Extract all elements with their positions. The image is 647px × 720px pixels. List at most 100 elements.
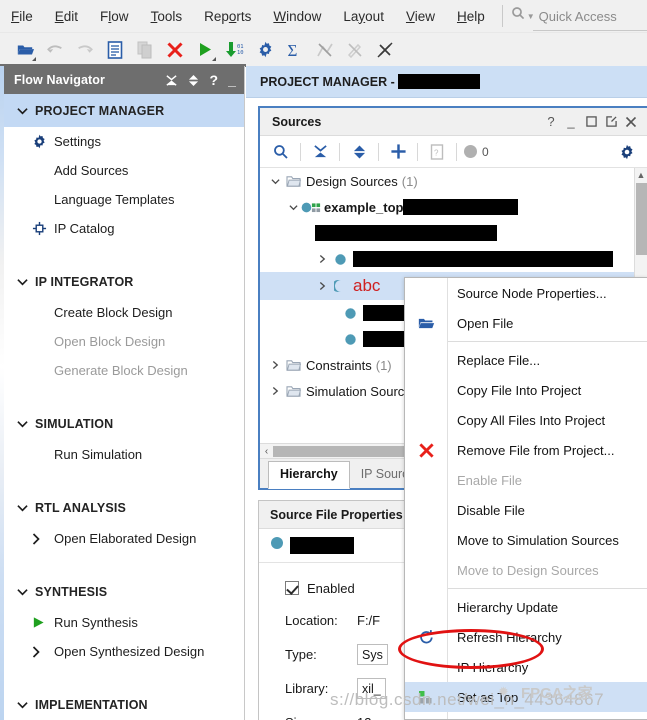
context-menu-item-replace-file[interactable]: Replace File...: [405, 345, 647, 375]
tree-row-example-top[interactable]: example_top: [260, 194, 647, 220]
toolbar-clear-marks[interactable]: [370, 37, 400, 63]
no-icon: [405, 465, 447, 495]
menu-item-reports[interactable]: Reports: [193, 6, 262, 27]
chevron-right-icon[interactable]: [268, 360, 283, 370]
expand-collapse-icon[interactable]: [188, 74, 199, 87]
context-menu-item-open-file[interactable]: Open File: [405, 308, 647, 338]
sidebar-item-language-templates[interactable]: Language Templates: [4, 185, 244, 214]
toolbar-open-project[interactable]: [10, 37, 40, 63]
toolbar-separator: [339, 142, 340, 161]
page-title: PROJECT MANAGER -: [260, 74, 395, 89]
help-icon[interactable]: ?: [541, 112, 561, 132]
type-value-field[interactable]: Sys: [357, 643, 388, 665]
toolbar-delete[interactable]: [160, 37, 190, 63]
redacted-file-name: [290, 537, 354, 554]
set-as-top-icon: [405, 682, 447, 712]
sidebar-group-ip-integrator[interactable]: IP INTEGRATOR: [4, 265, 244, 298]
sidebar-group-rtl-analysis[interactable]: RTL ANALYSIS: [4, 491, 244, 524]
menu-item-layout[interactable]: Layout: [332, 6, 395, 27]
sidebar-item-open-elaborated-design[interactable]: Open Elaborated Design: [4, 524, 244, 553]
float-icon[interactable]: [601, 112, 621, 132]
menu-item-window[interactable]: Window: [262, 6, 332, 27]
minimize-icon[interactable]: _: [228, 73, 236, 87]
sidebar-item-create-block-design[interactable]: Create Block Design: [4, 298, 244, 327]
context-menu-item-move-to-simulation-sources[interactable]: Move to Simulation Sources: [405, 525, 647, 555]
module-icon: [340, 307, 360, 320]
sidebar-item-ip-catalog[interactable]: IP Catalog: [4, 214, 244, 243]
context-menu-item-set-as-top[interactable]: Set as Top: [405, 682, 647, 712]
message-count-badge[interactable]: 0: [464, 145, 489, 159]
toolbar-run[interactable]: [190, 37, 220, 63]
redacted-text: [403, 199, 519, 215]
collapse-all-icon[interactable]: [308, 140, 332, 164]
help-icon[interactable]: ?: [209, 72, 218, 88]
chevron-down-icon[interactable]: [286, 204, 301, 211]
sidebar-item-run-synthesis[interactable]: Run Synthesis: [4, 608, 244, 637]
crossed-chart-icon: [317, 42, 333, 57]
context-menu-item-copy-all-files-into-project[interactable]: Copy All Files Into Project: [405, 405, 647, 435]
source-context-menu[interactable]: Source Node Properties... Open File Repl…: [404, 277, 647, 720]
gear-icon: [32, 134, 54, 149]
tree-row-design-sources[interactable]: Design Sources (1): [260, 168, 647, 194]
close-icon[interactable]: [621, 112, 641, 132]
toolbar-separator: [300, 142, 301, 161]
sidebar-group-simulation[interactable]: SIMULATION: [4, 407, 244, 440]
toolbar-reports[interactable]: Σ: [280, 37, 310, 63]
context-menu-item-disable-file[interactable]: Disable File: [405, 495, 647, 525]
sigma-icon: Σ: [288, 41, 298, 59]
scroll-up-icon[interactable]: ▲: [635, 168, 647, 182]
quick-access[interactable]: ▼ Quick Access: [511, 6, 647, 31]
context-menu-item-remove-file-from-project[interactable]: Remove File from Project...: [405, 435, 647, 465]
sidebar-item-open-synthesized-design[interactable]: Open Synthesized Design: [4, 637, 244, 666]
sidebar-group-project-manager[interactable]: PROJECT MANAGER: [4, 94, 244, 127]
module-icon: [301, 201, 321, 214]
menu-item-tools[interactable]: Tools: [140, 6, 194, 27]
tab-hierarchy[interactable]: Hierarchy: [268, 461, 350, 489]
sidebar-group-label: IP INTEGRATOR: [35, 274, 134, 289]
chevron-right-icon: [32, 532, 54, 545]
chevron-right-icon[interactable]: [315, 254, 330, 264]
scroll-left-icon[interactable]: ‹: [260, 446, 273, 457]
toolbar-new-file[interactable]: [100, 37, 130, 63]
scrollbar-thumb[interactable]: [636, 183, 647, 255]
context-menu-item-ip-hierarchy[interactable]: IP Hierarchy: [405, 652, 647, 682]
context-menu-item-copy-file-into-project[interactable]: Copy File Into Project: [405, 375, 647, 405]
sidebar-item-settings[interactable]: Settings: [4, 127, 244, 156]
collapse-all-icon[interactable]: [165, 74, 178, 87]
menu-item-flow[interactable]: Flow: [89, 6, 140, 27]
no-icon: [405, 592, 447, 622]
dropdown-caret-icon: [208, 56, 216, 61]
context-menu-item-hierarchy-update[interactable]: Hierarchy Update: [405, 592, 647, 622]
expand-all-icon[interactable]: [347, 140, 371, 164]
toolbar-settings[interactable]: [250, 37, 280, 63]
menu-item-edit[interactable]: Edit: [44, 6, 89, 27]
search-icon[interactable]: [269, 140, 293, 164]
sidebar-item-label: Run Synthesis: [54, 615, 138, 630]
enabled-checkbox[interactable]: [285, 581, 299, 595]
context-menu-item-source-node-properties[interactable]: Source Node Properties...: [405, 278, 647, 308]
sources-title-bar: Sources ? _: [260, 108, 647, 136]
tree-row-redacted-1[interactable]: [260, 220, 647, 246]
add-sources-icon[interactable]: [386, 140, 410, 164]
maximize-icon[interactable]: [581, 112, 601, 132]
tree-row-redacted-2[interactable]: [260, 246, 647, 272]
context-menu-separator: [447, 588, 647, 589]
gear-icon[interactable]: [615, 140, 639, 164]
context-menu-item-refresh-hierarchy[interactable]: Refresh Hierarchy: [405, 622, 647, 652]
sidebar-group-implementation[interactable]: IMPLEMENTATION: [4, 688, 244, 720]
toolbar-write-bitstream[interactable]: 01 10: [220, 37, 250, 63]
minimize-icon[interactable]: _: [561, 112, 581, 132]
chevron-right-icon[interactable]: [268, 386, 283, 396]
sidebar-item-add-sources[interactable]: Add Sources: [4, 156, 244, 185]
chevron-right-icon[interactable]: [315, 281, 330, 291]
menu-item-help[interactable]: Help: [446, 6, 496, 27]
library-value-field[interactable]: xil_: [357, 677, 386, 699]
sidebar-group-synthesis[interactable]: SYNTHESIS: [4, 575, 244, 608]
chevron-down-icon: ▼: [526, 11, 535, 21]
no-icon: [405, 652, 447, 682]
menu-item-view[interactable]: View: [395, 6, 446, 27]
chevron-down-icon[interactable]: [268, 178, 283, 185]
menu-item-file[interactable]: File: [0, 6, 44, 27]
chevron-down-icon: [14, 107, 30, 115]
sidebar-item-run-simulation[interactable]: Run Simulation: [4, 440, 244, 469]
